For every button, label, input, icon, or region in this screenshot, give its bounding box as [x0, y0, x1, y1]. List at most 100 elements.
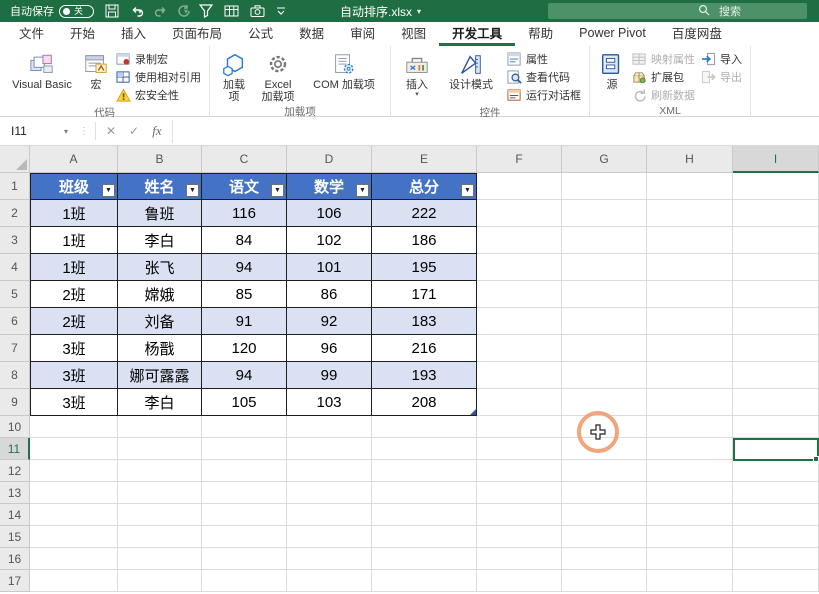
- com-add-ins-button[interactable]: COM 加载项: [303, 49, 385, 104]
- cell-C10[interactable]: [202, 416, 287, 438]
- tab-data[interactable]: 数据: [286, 22, 337, 46]
- record-macro-button[interactable]: 录制宏: [116, 51, 201, 67]
- cell-E2[interactable]: 222: [372, 200, 477, 227]
- cell-A14[interactable]: [30, 504, 118, 526]
- cell-I4[interactable]: [733, 254, 819, 281]
- cell-E17[interactable]: [372, 570, 477, 592]
- cell-A8[interactable]: 3班: [30, 362, 118, 389]
- cell-B10[interactable]: [118, 416, 202, 438]
- cell-H2[interactable]: [647, 200, 733, 227]
- cell-F14[interactable]: [477, 504, 562, 526]
- title-caret-icon[interactable]: ▾: [417, 7, 421, 16]
- cell-A13[interactable]: [30, 482, 118, 504]
- tab-review[interactable]: 审阅: [337, 22, 388, 46]
- cell-H13[interactable]: [647, 482, 733, 504]
- cell-I14[interactable]: [733, 504, 819, 526]
- row-header-6[interactable]: 6: [0, 308, 30, 335]
- visual-basic-button[interactable]: Visual Basic: [5, 49, 79, 105]
- row-header-17[interactable]: 17: [0, 570, 30, 592]
- cell-H9[interactable]: [647, 389, 733, 416]
- cell-C7[interactable]: 120: [202, 335, 287, 362]
- cell-A5[interactable]: 2班: [30, 281, 118, 308]
- cell-I13[interactable]: [733, 482, 819, 504]
- cell-E1[interactable]: 总分▼: [372, 173, 477, 200]
- column-header-A[interactable]: A: [30, 146, 118, 173]
- cell-I8[interactable]: [733, 362, 819, 389]
- macro-security-button[interactable]: 宏安全性: [116, 87, 201, 103]
- cell-C6[interactable]: 91: [202, 308, 287, 335]
- cell-I3[interactable]: [733, 227, 819, 254]
- cell-E8[interactable]: 193: [372, 362, 477, 389]
- row-header-13[interactable]: 13: [0, 482, 30, 504]
- row-header-14[interactable]: 14: [0, 504, 30, 526]
- column-header-I[interactable]: I: [733, 146, 819, 173]
- autosave-switch[interactable]: 关: [59, 5, 94, 18]
- cell-D17[interactable]: [287, 570, 372, 592]
- cell-A2[interactable]: 1班: [30, 200, 118, 227]
- cell-D15[interactable]: [287, 526, 372, 548]
- save-icon[interactable]: [105, 4, 119, 18]
- tab-insert[interactable]: 插入: [108, 22, 159, 46]
- cell-C2[interactable]: 116: [202, 200, 287, 227]
- cell-F16[interactable]: [477, 548, 562, 570]
- cell-I16[interactable]: [733, 548, 819, 570]
- cell-H16[interactable]: [647, 548, 733, 570]
- cell-F13[interactable]: [477, 482, 562, 504]
- cell-I1[interactable]: [733, 173, 819, 200]
- row-header-10[interactable]: 10: [0, 416, 30, 438]
- cell-G17[interactable]: [562, 570, 647, 592]
- filter-icon[interactable]: [199, 4, 213, 18]
- cell-C11[interactable]: [202, 438, 287, 460]
- formula-bar-splitter[interactable]: ⋮: [74, 126, 95, 137]
- cell-G8[interactable]: [562, 362, 647, 389]
- cell-G12[interactable]: [562, 460, 647, 482]
- cell-C17[interactable]: [202, 570, 287, 592]
- cell-C5[interactable]: 85: [202, 281, 287, 308]
- cell-A3[interactable]: 1班: [30, 227, 118, 254]
- cell-E10[interactable]: [372, 416, 477, 438]
- cell-H15[interactable]: [647, 526, 733, 548]
- cell-B9[interactable]: 李白: [118, 389, 202, 416]
- cell-C12[interactable]: [202, 460, 287, 482]
- cell-A10[interactable]: [30, 416, 118, 438]
- cell-B2[interactable]: 鲁班: [118, 200, 202, 227]
- table-icon[interactable]: [224, 4, 239, 18]
- add-ins-button[interactable]: 加载项: [215, 49, 253, 104]
- cell-F15[interactable]: [477, 526, 562, 548]
- name-box[interactable]: I11 ▾: [2, 120, 74, 143]
- cell-D4[interactable]: 101: [287, 254, 372, 281]
- cell-A17[interactable]: [30, 570, 118, 592]
- tab-page-layout[interactable]: 页面布局: [159, 22, 235, 46]
- column-header-H[interactable]: H: [647, 146, 733, 173]
- macros-button[interactable]: 宏: [79, 49, 113, 105]
- cell-I12[interactable]: [733, 460, 819, 482]
- column-header-B[interactable]: B: [118, 146, 202, 173]
- row-header-15[interactable]: 15: [0, 526, 30, 548]
- cell-H3[interactable]: [647, 227, 733, 254]
- cell-D11[interactable]: [287, 438, 372, 460]
- enter-button[interactable]: ✓: [123, 120, 145, 142]
- cell-A4[interactable]: 1班: [30, 254, 118, 281]
- cell-F1[interactable]: [477, 173, 562, 200]
- cell-H11[interactable]: [647, 438, 733, 460]
- cell-G14[interactable]: [562, 504, 647, 526]
- row-header-2[interactable]: 2: [0, 200, 30, 227]
- insert-control-button[interactable]: 插入▾: [396, 49, 438, 105]
- cell-F5[interactable]: [477, 281, 562, 308]
- control-properties-button[interactable]: 属性: [507, 51, 581, 67]
- tab-formulas[interactable]: 公式: [235, 22, 286, 46]
- select-all-corner[interactable]: [0, 146, 30, 173]
- row-header-11[interactable]: 11: [0, 438, 30, 460]
- cell-B6[interactable]: 刘备: [118, 308, 202, 335]
- cell-E13[interactable]: [372, 482, 477, 504]
- cell-C9[interactable]: 105: [202, 389, 287, 416]
- cell-G5[interactable]: [562, 281, 647, 308]
- cell-A15[interactable]: [30, 526, 118, 548]
- cell-F12[interactable]: [477, 460, 562, 482]
- cell-I5[interactable]: [733, 281, 819, 308]
- cell-F9[interactable]: [477, 389, 562, 416]
- cell-C14[interactable]: [202, 504, 287, 526]
- cell-E11[interactable]: [372, 438, 477, 460]
- cell-D1[interactable]: 数学▼: [287, 173, 372, 200]
- cell-C16[interactable]: [202, 548, 287, 570]
